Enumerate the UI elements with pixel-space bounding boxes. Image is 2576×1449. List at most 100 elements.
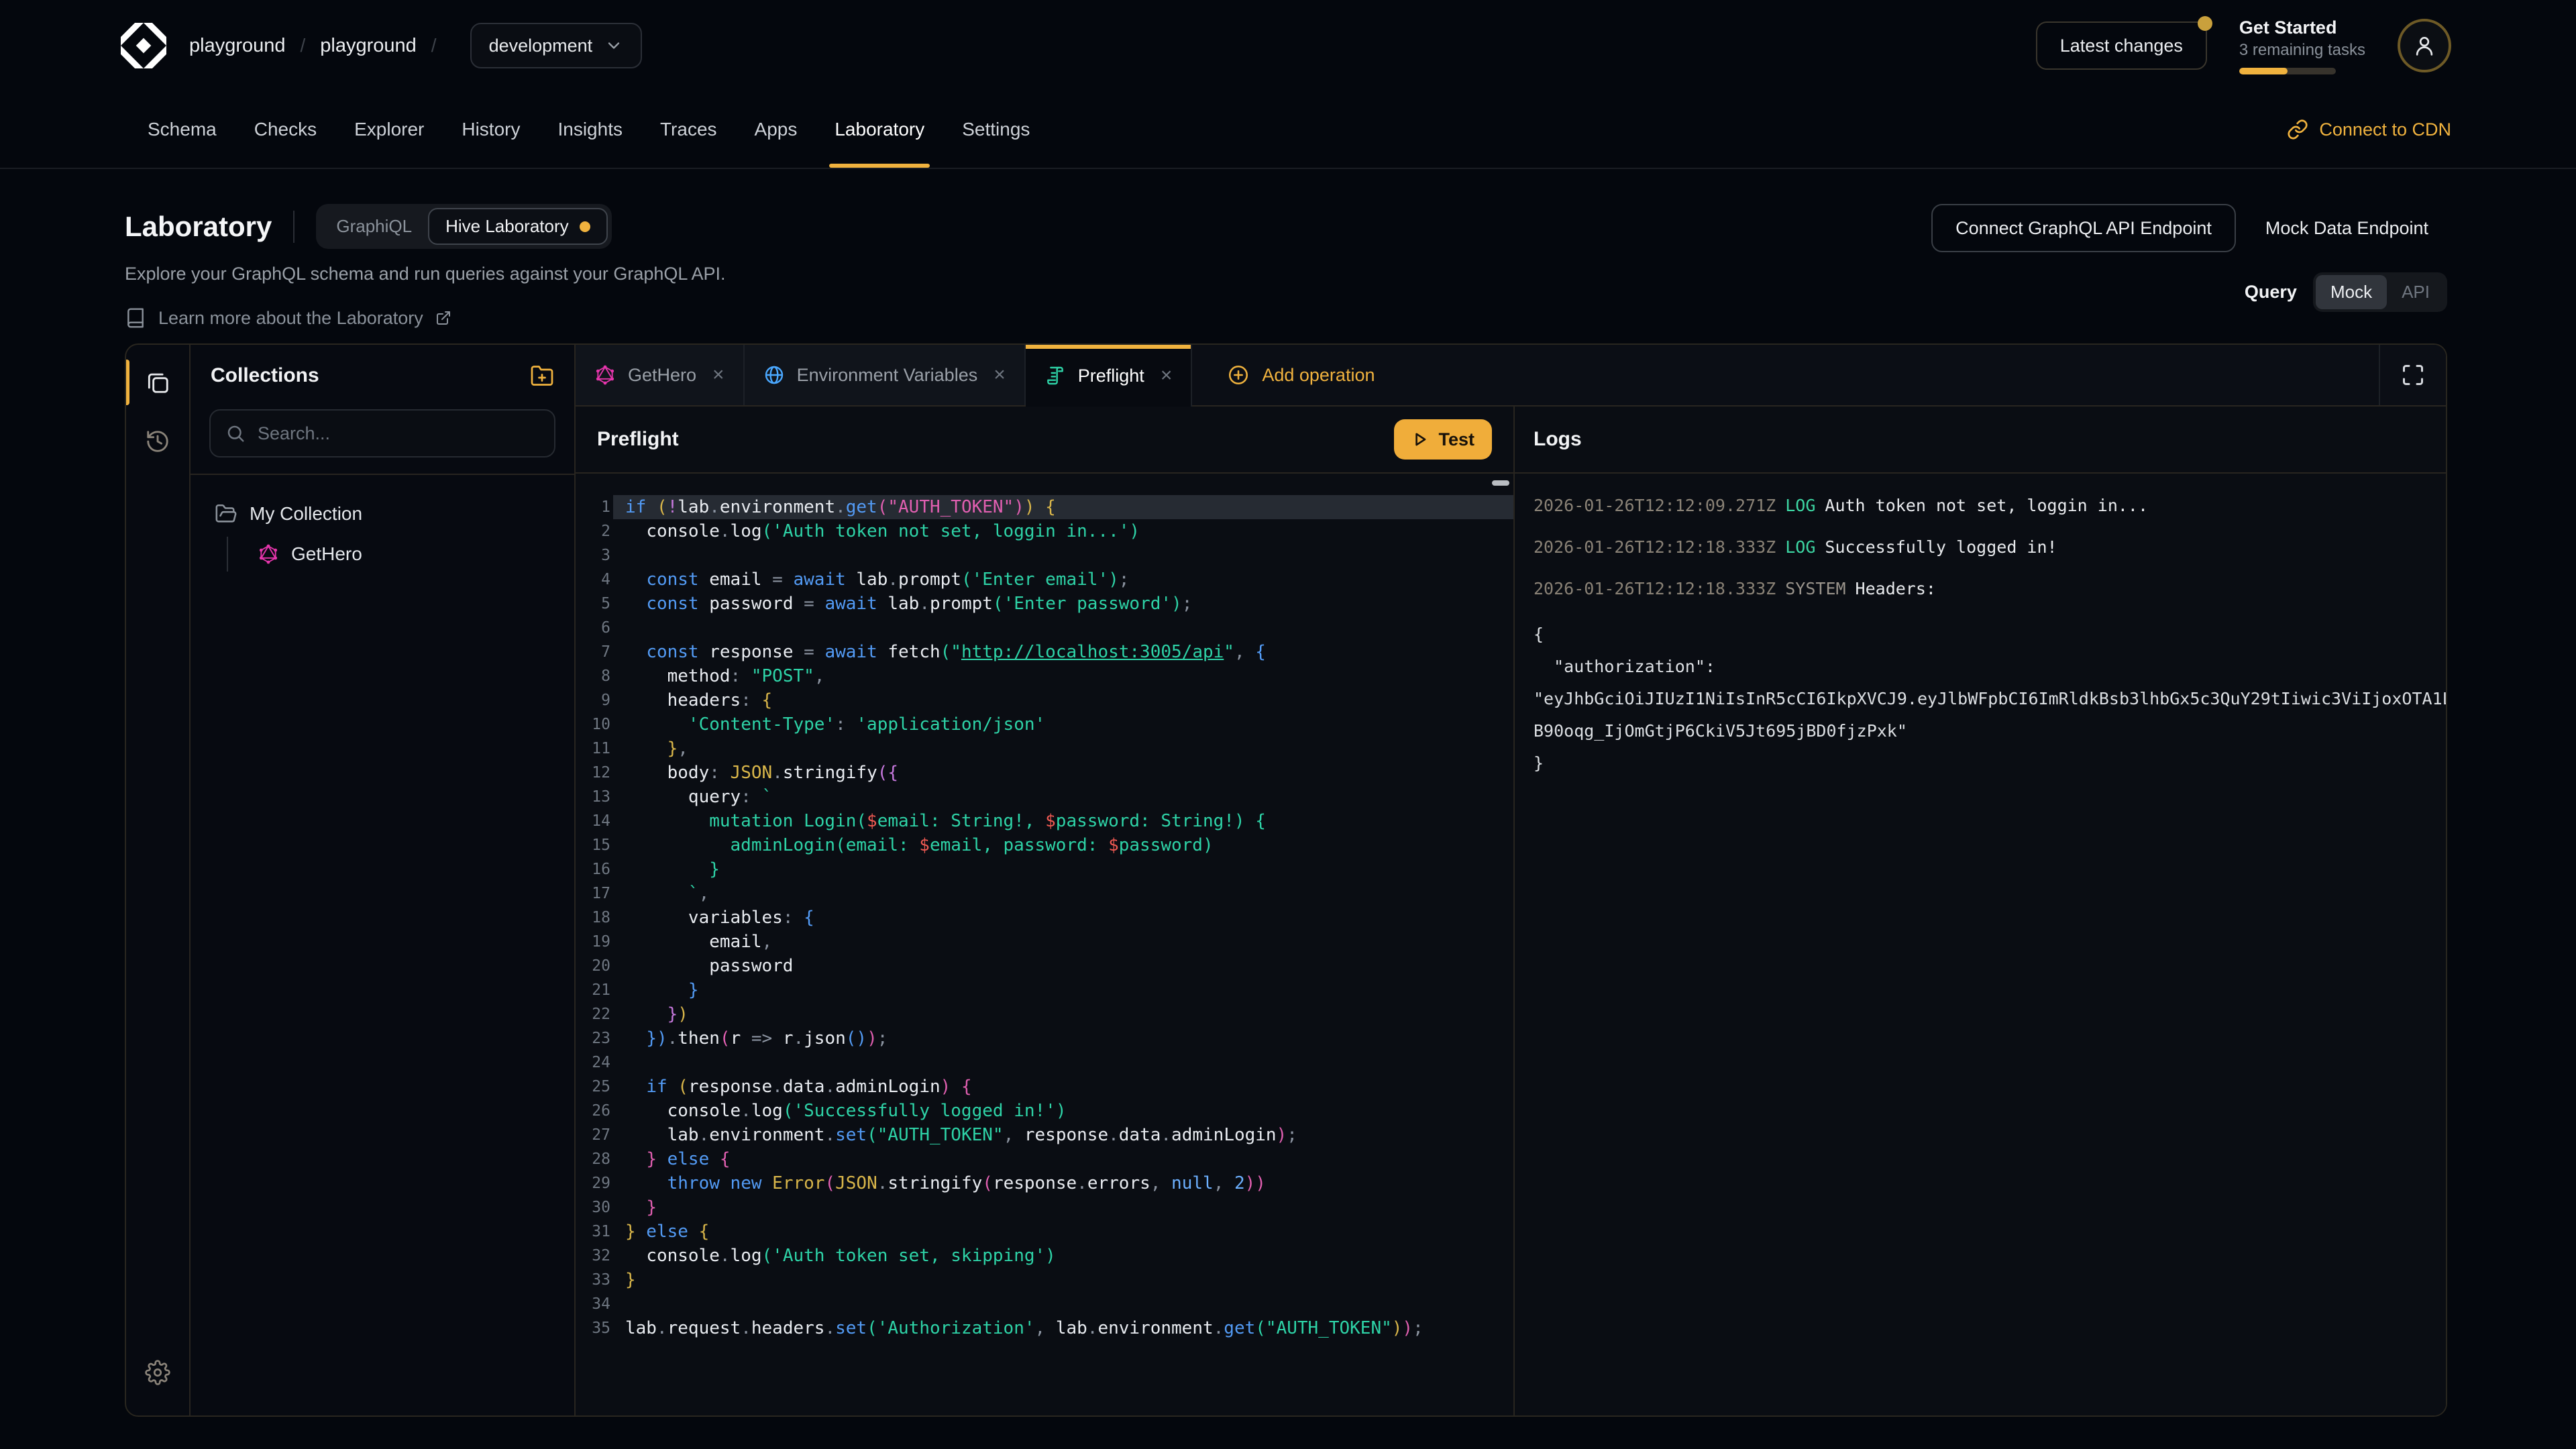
code-editor[interactable]: 1if (!lab.environment.get("AUTH_TOKEN"))…: [576, 474, 1513, 1415]
nav-item-traces[interactable]: Traces: [641, 91, 736, 168]
folder-open-icon: [215, 502, 237, 525]
tab-environment-variables[interactable]: Environment Variables×: [745, 345, 1026, 405]
hive-logo-icon[interactable]: [119, 21, 168, 70]
tab-gethero[interactable]: GetHero×: [576, 345, 745, 405]
line-number: 9: [576, 688, 613, 712]
divider: [293, 211, 294, 243]
code-line: 1if (!lab.environment.get("AUTH_TOKEN"))…: [576, 495, 1513, 519]
line-number: 12: [576, 761, 613, 785]
nav-item-laboratory[interactable]: Laboratory: [816, 91, 943, 168]
log-entry: 2026-01-26T12:12:18.333ZSYSTEMHeaders:: [1534, 577, 2446, 601]
rail-history-button[interactable]: [125, 412, 190, 471]
collection-folder-label: My Collection: [250, 503, 362, 525]
fullscreen-button[interactable]: [2379, 345, 2446, 405]
code-line: 28 } else {: [576, 1147, 1513, 1171]
graphql-icon: [594, 364, 616, 386]
nav-item-explorer[interactable]: Explorer: [335, 91, 443, 168]
collections-tree: My Collection GetHero: [191, 475, 574, 1415]
nav-item-apps[interactable]: Apps: [736, 91, 816, 168]
learn-more-link[interactable]: Learn more about the Laboratory: [125, 307, 725, 329]
tab-label: Preflight: [1078, 366, 1144, 386]
code-line: 12 body: JSON.stringify({: [576, 761, 1513, 785]
connect-to-cdn-link[interactable]: Connect to CDN: [2287, 91, 2451, 168]
nav-items: SchemaChecksExplorerHistoryInsightsTrace…: [129, 91, 1049, 168]
log-level-badge: LOG: [1785, 496, 1815, 515]
line-number: 13: [576, 785, 613, 809]
query-mode-toggle: Mock API: [2313, 272, 2447, 312]
line-number: 19: [576, 930, 613, 954]
icon-rail: [126, 345, 191, 1415]
code-line: 21 }: [576, 978, 1513, 1002]
breadcrumb: playground / playground / development: [119, 21, 642, 70]
code-line: 5 const password = await lab.prompt('Ent…: [576, 592, 1513, 616]
nav-item-insights[interactable]: Insights: [539, 91, 641, 168]
gear-icon: [145, 1360, 170, 1385]
rail-settings-button[interactable]: [125, 1343, 190, 1402]
query-label: Query: [2245, 282, 2297, 303]
code-line: 30 }: [576, 1195, 1513, 1220]
main-nav: SchemaChecksExplorerHistoryInsightsTrace…: [0, 91, 2576, 169]
nav-item-history[interactable]: History: [443, 91, 539, 168]
user-icon: [2411, 32, 2438, 59]
editor-scrollbar-thumb[interactable]: [1492, 480, 1509, 486]
line-number: 32: [576, 1244, 613, 1268]
query-mode-api[interactable]: API: [2387, 275, 2445, 309]
breadcrumb-org[interactable]: playground: [189, 35, 286, 57]
breadcrumb-project[interactable]: playground: [320, 35, 417, 57]
log-entry: 2026-01-26T12:12:09.271ZLOGAuth token no…: [1534, 494, 2446, 518]
code-line: 8 method: "POST",: [576, 664, 1513, 688]
breadcrumb-separator: /: [301, 35, 306, 56]
code-line: 9 headers: {: [576, 688, 1513, 712]
code-line: 35lab.request.headers.set('Authorization…: [576, 1316, 1513, 1340]
close-icon[interactable]: ×: [1161, 364, 1173, 387]
log-level-badge: SYSTEM: [1785, 579, 1845, 598]
page-header-left: Laboratory GraphiQL Hive Laboratory Expl…: [125, 204, 725, 329]
rail-collections-button[interactable]: [125, 353, 190, 412]
mock-data-endpoint-button[interactable]: Mock Data Endpoint: [2247, 204, 2447, 252]
query-mode-mock[interactable]: Mock: [2316, 275, 2387, 309]
line-number: 14: [576, 809, 613, 833]
log-raw-line: "authorization":: [1534, 651, 2446, 683]
collections-sidebar: Collections My Col: [191, 345, 576, 1415]
code-line: 33}: [576, 1268, 1513, 1292]
code-line: 11 },: [576, 737, 1513, 761]
get-started-widget[interactable]: Get Started 3 remaining tasks: [2239, 17, 2365, 74]
main-column: GetHero×Environment Variables× Preflight ×…: [576, 345, 2446, 1415]
get-started-progress-fill: [2239, 68, 2288, 74]
get-started-progress: [2239, 68, 2336, 74]
nav-item-settings[interactable]: Settings: [943, 91, 1049, 168]
code-line: 15 adminLogin(email: $email, password: $…: [576, 833, 1513, 857]
search-input[interactable]: [258, 423, 539, 444]
code-line: 23 }).then(r => r.json());: [576, 1026, 1513, 1051]
latest-changes-button[interactable]: Latest changes: [2036, 21, 2207, 70]
mode-option-hive-laboratory[interactable]: Hive Laboratory: [428, 208, 608, 245]
target-selector[interactable]: development: [470, 23, 643, 68]
search-icon: [225, 423, 246, 443]
operation-item-gethero[interactable]: GetHero: [247, 534, 561, 574]
code-line: 16 }: [576, 857, 1513, 881]
close-icon[interactable]: ×: [994, 364, 1006, 386]
code-line: 22 }): [576, 1002, 1513, 1026]
close-icon[interactable]: ×: [712, 364, 724, 386]
test-button[interactable]: Test: [1394, 419, 1492, 460]
avatar[interactable]: [2398, 19, 2451, 72]
collections-search[interactable]: [209, 409, 555, 458]
collection-folder[interactable]: My Collection: [204, 494, 561, 534]
add-operation-button[interactable]: Add operation: [1208, 345, 1393, 405]
code-line: 2 console.log('Auth token not set, loggi…: [576, 519, 1513, 543]
get-started-title: Get Started: [2239, 17, 2365, 38]
line-number: 35: [576, 1316, 613, 1340]
nav-item-checks[interactable]: Checks: [235, 91, 335, 168]
add-collection-button[interactable]: [530, 364, 554, 388]
log-level-badge: LOG: [1785, 537, 1815, 557]
mode-option-graphiql[interactable]: GraphiQL: [320, 208, 428, 245]
line-number: 25: [576, 1075, 613, 1099]
log-message: Headers:: [1856, 579, 1936, 598]
line-number: 24: [576, 1051, 613, 1075]
graphql-icon: [258, 543, 279, 565]
code-line: 3: [576, 543, 1513, 568]
line-number: 22: [576, 1002, 613, 1026]
tab-preflight[interactable]: Preflight ×: [1026, 345, 1193, 407]
connect-graphql-endpoint-button[interactable]: Connect GraphQL API Endpoint: [1931, 204, 2236, 252]
nav-item-schema[interactable]: Schema: [129, 91, 235, 168]
